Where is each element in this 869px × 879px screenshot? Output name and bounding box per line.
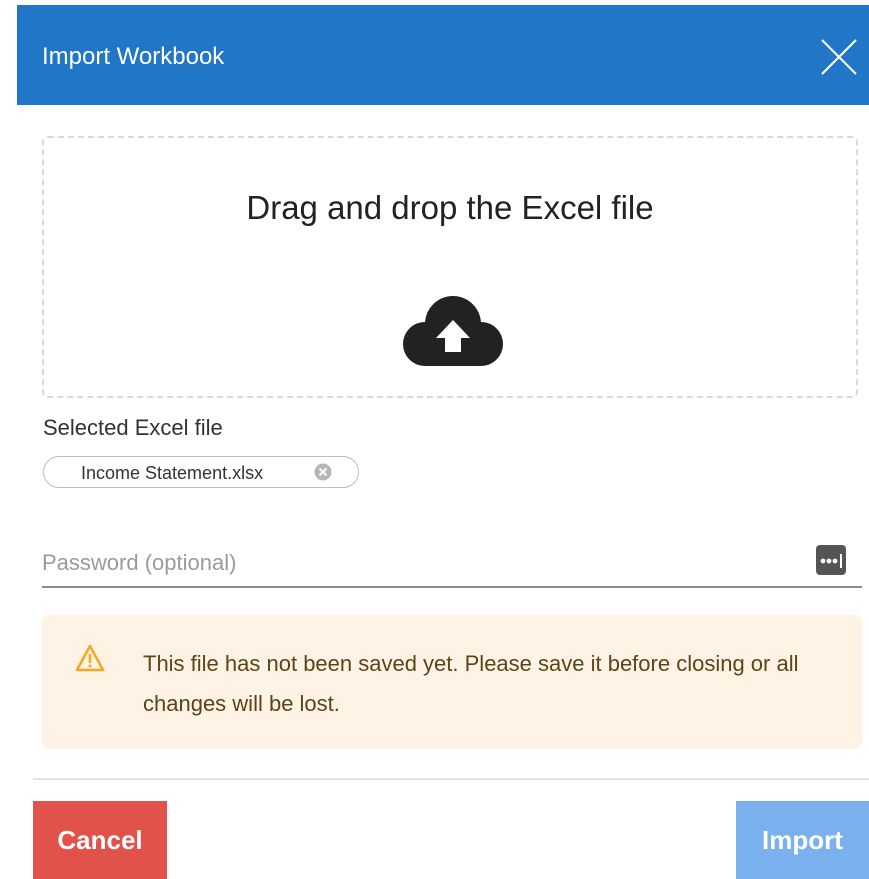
remove-file-button[interactable]	[314, 463, 332, 481]
password-input[interactable]	[42, 546, 802, 580]
dialog-title: Import Workbook	[42, 43, 225, 70]
unsaved-warning-banner: This file has not been saved yet. Please…	[42, 615, 862, 749]
close-button[interactable]	[819, 37, 859, 77]
dialog-header: Import Workbook	[17, 5, 869, 105]
selected-file-label: Selected Excel file	[43, 415, 223, 440]
password-visibility-toggle[interactable]	[816, 545, 846, 575]
drop-zone-text: Drag and drop the Excel file	[246, 189, 654, 226]
cloud-upload-icon	[403, 296, 503, 366]
cancel-button[interactable]: Cancel	[33, 801, 167, 879]
selected-file-chip: Income Statement.xlsx	[43, 456, 359, 488]
close-icon	[821, 39, 857, 75]
password-dots-icon	[816, 545, 846, 575]
import-workbook-dialog: Import Workbook Drag and drop the Excel …	[0, 0, 869, 879]
remove-circle-icon	[314, 463, 332, 481]
import-button[interactable]: Import	[736, 801, 869, 879]
warning-triangle-icon	[75, 644, 105, 672]
selected-file-name: Income Statement.xlsx	[81, 463, 264, 483]
password-field-wrapper	[42, 540, 862, 588]
warning-message: This file has not been saved yet. Please…	[143, 651, 799, 716]
file-drop-zone[interactable]: Drag and drop the Excel file	[42, 136, 858, 398]
footer-divider	[33, 778, 869, 780]
